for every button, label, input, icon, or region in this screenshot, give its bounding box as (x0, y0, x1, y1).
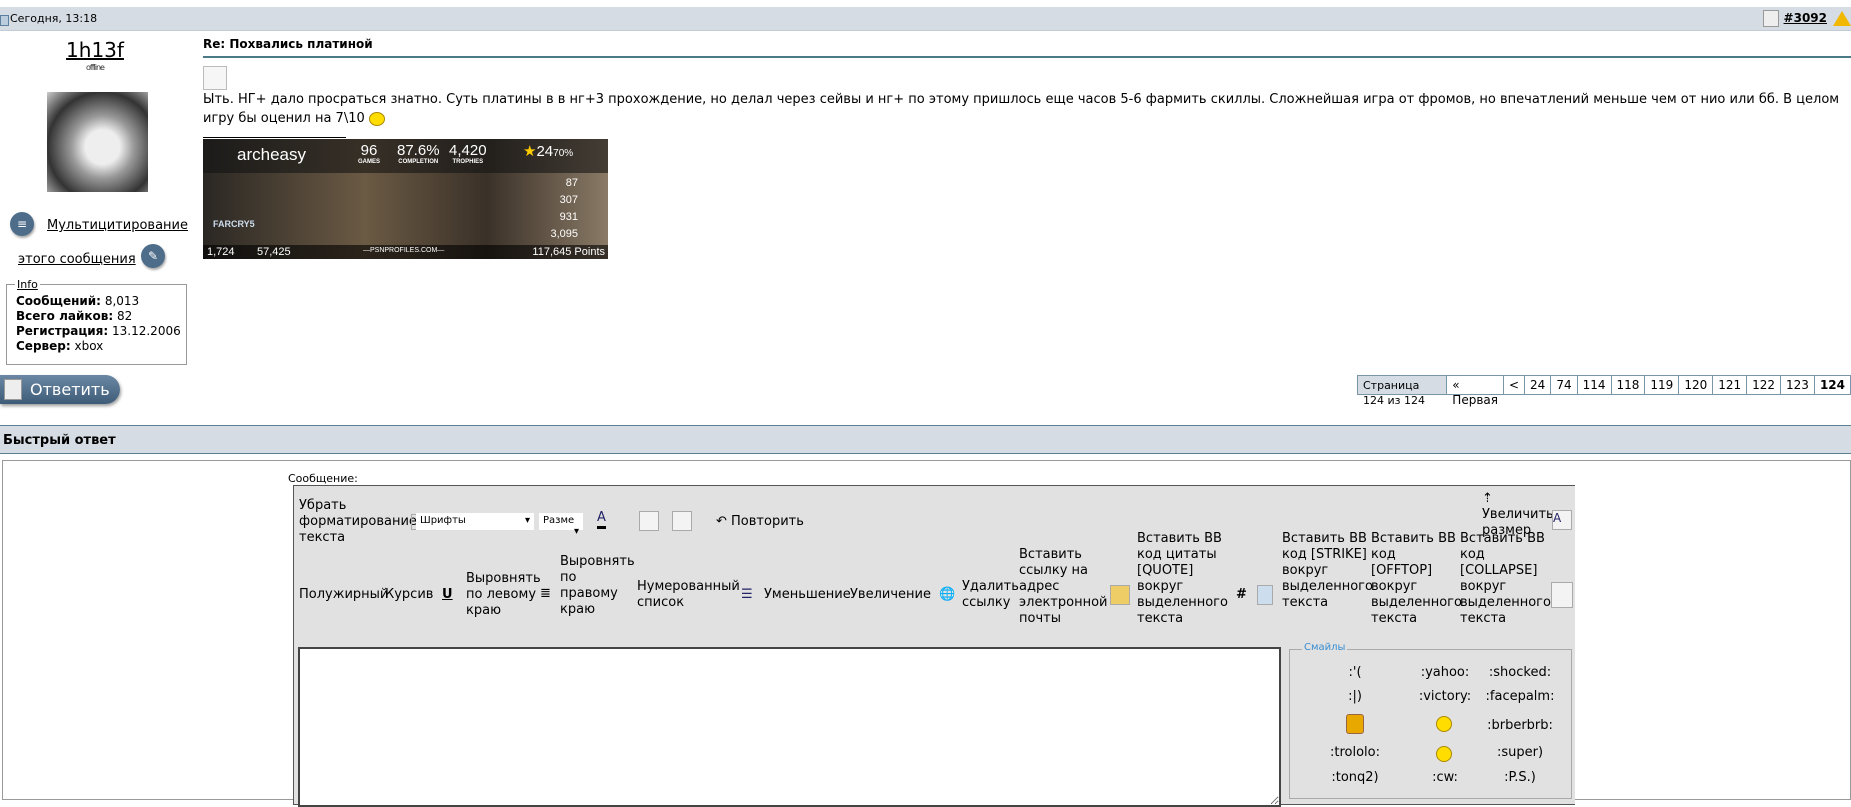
globe-link-icon[interactable]: 🌐 (939, 587, 955, 603)
avatar[interactable] (47, 92, 148, 192)
multiquote-icon[interactable]: ≡ (10, 212, 34, 236)
smiley[interactable]: :super) (1475, 745, 1565, 760)
online-status: offline (86, 63, 105, 72)
indent-button[interactable]: Увеличение (850, 587, 931, 603)
reply-icon (4, 379, 22, 400)
underline-button[interactable]: U (442, 587, 453, 603)
insert-image-icon[interactable] (1110, 585, 1130, 605)
smiley[interactable]: :brberbrb: (1475, 718, 1565, 733)
font-select[interactable]: Шрифты ▾ (416, 513, 534, 530)
redo-button[interactable]: ↶ Повторить (716, 514, 804, 530)
beer-smiley-icon[interactable] (1346, 714, 1364, 734)
psn-profile-banner[interactable]: archeasy 96 GAMES 87.6% COMPLETION 4,420 TR… (203, 139, 608, 259)
collapse-button[interactable]: Вставить BB код [COLLAPSE] вокруг выделе… (1460, 531, 1551, 627)
text-color-button[interactable]: A (597, 510, 606, 529)
email-link-button[interactable]: Вставить ссылку на адрес электронной поч… (1019, 547, 1114, 627)
smiley[interactable]: :tonq2) (1310, 770, 1400, 785)
page-link[interactable]: 74 (1550, 376, 1577, 394)
smilies-panel: Смайлы :'( :yahoo: :shocked: :|) :victor… (1289, 642, 1572, 799)
page-link[interactable]: 123 (1780, 376, 1814, 394)
smiley[interactable]: :'( (1310, 665, 1400, 680)
smiley[interactable]: :trololo: (1310, 745, 1400, 760)
broken-image-icon[interactable] (639, 511, 659, 531)
post-number-link[interactable]: #3092 (1784, 11, 1827, 25)
italic-button[interactable]: Курсив (385, 587, 433, 603)
user-info-box: Info Сообщений: 8,013 Всего лайков: 82 Р… (6, 277, 187, 365)
page-link[interactable]: 119 (1644, 376, 1679, 394)
broken-image-icon (203, 66, 227, 90)
page-link[interactable]: 121 (1712, 376, 1747, 394)
info-row: Регистрация: 13.12.2006 (16, 324, 181, 338)
page-link[interactable]: 118 (1610, 376, 1645, 394)
page-prev[interactable]: < (1502, 376, 1525, 394)
post-icon (0, 15, 9, 26)
smiley[interactable]: :P.S.) (1475, 770, 1565, 785)
broken-image-icon (1763, 10, 1779, 27)
reply-button[interactable]: Ответить (0, 375, 120, 404)
post-date: Сегодня, 13:18 (10, 12, 98, 25)
message-label: Сообщение: (288, 472, 358, 485)
align-center-icon[interactable]: ≣ (540, 586, 551, 602)
smiley[interactable]: :shocked: (1475, 665, 1565, 680)
report-warning-icon[interactable] (1833, 11, 1851, 26)
strike-button[interactable]: Вставить BB код [STRIKE] вокруг выделенн… (1282, 531, 1373, 611)
post-header-bar: Сегодня, 13:18 #3092 (0, 7, 1851, 31)
info-row: Всего лайков: 82 (16, 309, 133, 323)
remove-format-button[interactable]: Убрать форматирование текста (299, 498, 417, 546)
info-row: Сообщений: 8,013 (16, 294, 140, 308)
page-link[interactable]: 122 (1746, 376, 1781, 394)
broken-image-icon[interactable] (672, 511, 692, 531)
thumbs-up-smiley-icon (368, 111, 385, 126)
signature-divider (203, 137, 346, 138)
message-textarea[interactable] (298, 647, 1281, 807)
page-current: 124 (1813, 376, 1850, 394)
align-left-button[interactable]: Выровнять по левому краю (466, 571, 541, 619)
numbered-list-button[interactable]: Нумерованный список (637, 579, 742, 611)
multiquote-link[interactable]: Мультицитирование (47, 218, 188, 233)
page-label: Страница 124 из 124 (1358, 376, 1447, 407)
info-legend: Info (15, 277, 40, 292)
post-title: Re: Похвались платиной (203, 37, 373, 51)
dancing-smiley-icon[interactable] (1436, 746, 1452, 762)
post-body: Ыть. НГ+ дало просраться знатно. Суть пл… (203, 92, 1840, 126)
page-link[interactable]: 114 (1576, 376, 1611, 394)
divider (203, 56, 1851, 58)
quote-button[interactable]: Вставить BB код цитаты [QUOTE] вокруг вы… (1137, 531, 1232, 627)
multiquote-link-2[interactable]: этого сообщения (18, 252, 136, 267)
thumbs-up-smiley-icon[interactable] (1436, 716, 1452, 732)
font-size-icon[interactable]: A (1552, 510, 1572, 530)
php-icon[interactable] (1257, 585, 1273, 605)
username-link[interactable]: 1h13f (0, 38, 190, 62)
pagination: Страница 124 из 124 « Первая < 24 74 114… (1357, 375, 1851, 407)
bullet-list-icon[interactable]: ☰ (741, 587, 753, 603)
smiley[interactable]: :|) (1310, 689, 1400, 704)
bold-button[interactable]: Полужирный (299, 587, 388, 603)
info-row: Сервер: xbox (16, 339, 104, 353)
smiley[interactable]: :facepalm: (1475, 689, 1565, 704)
unlink-button[interactable]: Удалить ссылку (962, 579, 1019, 611)
align-right-button[interactable]: Выровнять по правому краю (560, 554, 635, 618)
code-button[interactable]: # (1236, 587, 1247, 603)
page-link[interactable]: 24 (1524, 376, 1551, 394)
size-select[interactable]: Разме ▾ (539, 513, 583, 537)
quick-reply-header: Быстрый ответ (0, 425, 1851, 454)
page-link[interactable]: 120 (1678, 376, 1713, 394)
outdent-button[interactable]: Уменьшение (764, 587, 851, 603)
page-first[interactable]: « Первая (1446, 376, 1503, 407)
broken-image-icon[interactable] (1551, 582, 1573, 608)
offtop-button[interactable]: Вставить BB код [OFFTOP] вокруг выделенн… (1371, 531, 1462, 627)
quote-icon[interactable]: ✎ (141, 244, 165, 268)
